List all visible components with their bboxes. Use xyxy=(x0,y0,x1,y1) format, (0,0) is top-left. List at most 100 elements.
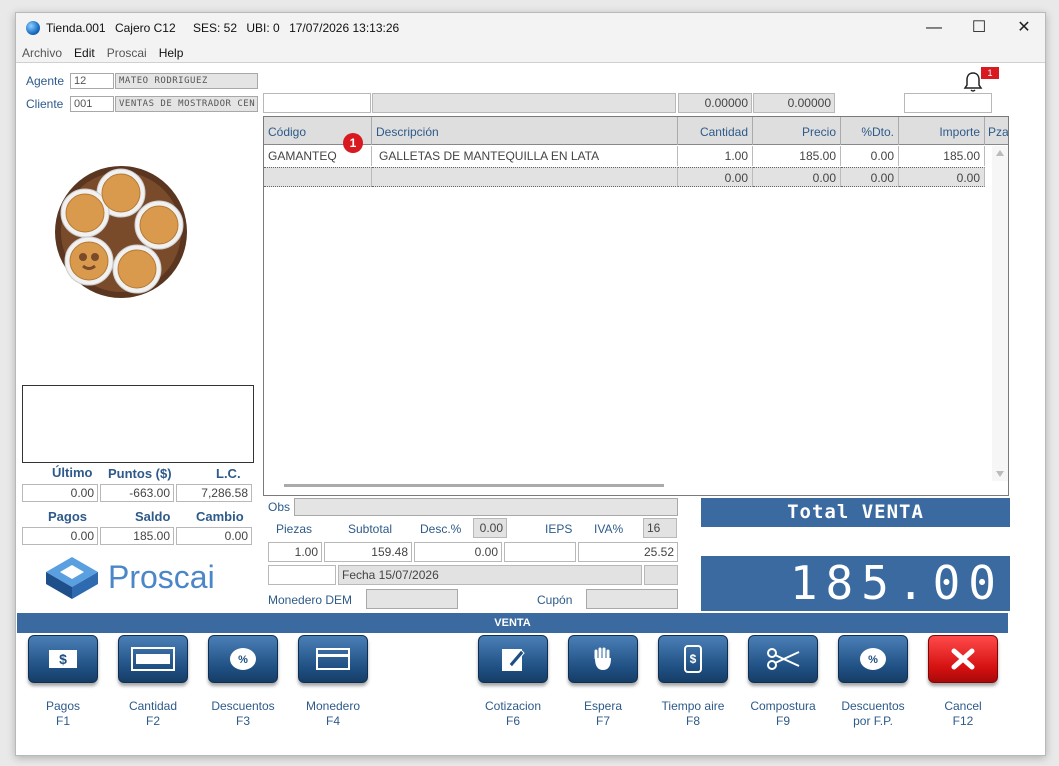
extra-input[interactable] xyxy=(268,565,336,585)
ubi-id: UBI: 0 xyxy=(246,21,280,35)
phone-dollar-icon: $ xyxy=(684,645,702,673)
saldo-value: 185.00 xyxy=(100,527,174,545)
store-name: Tienda.001 xyxy=(46,21,106,35)
fkey-pagos-button[interactable]: $ Pagos F1 xyxy=(18,635,108,729)
cell-dto: 0.00 xyxy=(841,146,899,166)
notification-count-badge: 1 xyxy=(981,67,999,79)
col-precio[interactable]: Precio xyxy=(753,117,841,145)
items-grid[interactable]: Código Descripción Cantidad Precio %Dto.… xyxy=(263,116,1009,496)
ieps-value xyxy=(504,542,576,562)
fkey-label: Compostura xyxy=(750,699,816,713)
iva-pct-field[interactable]: 16 xyxy=(643,518,677,538)
cupon-label: Cupón xyxy=(537,593,573,607)
menu-archivo[interactable]: Archivo xyxy=(22,46,62,60)
fkey-espera-button[interactable]: Espera F7 xyxy=(558,635,648,729)
col-pza[interactable]: Pza xyxy=(985,117,1008,145)
obs-field[interactable] xyxy=(294,498,678,516)
horizontal-scrollbar[interactable] xyxy=(284,484,664,487)
menu-help[interactable]: Help xyxy=(159,46,184,60)
iva-label: IVA% xyxy=(594,522,624,536)
minimize-button[interactable]: — xyxy=(911,13,957,43)
cell-importe: 185.00 xyxy=(899,146,985,166)
agent-name-field: MATEO RODRIGUEZ xyxy=(115,73,258,89)
fkey-cantidad-button[interactable]: Cantidad F2 xyxy=(108,635,198,729)
scroll-up-icon[interactable] xyxy=(996,150,1004,156)
client-name-field: VENTAS DE MOSTRADOR CEN xyxy=(115,96,258,112)
lc-value: 7,286.58 xyxy=(176,484,252,502)
wallet-card-icon xyxy=(316,648,350,670)
scan-code-input[interactable] xyxy=(263,93,371,113)
puntos-label: Puntos ($) xyxy=(108,466,172,481)
svg-text:$: $ xyxy=(59,651,67,667)
fkey-cotizacion-face xyxy=(478,635,548,683)
notification-bell[interactable]: 1 xyxy=(962,67,999,93)
fkey-key: F9 xyxy=(775,714,790,728)
proscai-logo-text: Proscai xyxy=(108,559,215,595)
cancel-x-icon xyxy=(951,648,975,670)
maximize-button[interactable]: ☐ xyxy=(956,13,1002,43)
cell-dto: 0.00 xyxy=(841,167,899,187)
fkey-label: Descuentos xyxy=(211,699,275,713)
fkey-cotizacion-button[interactable]: Cotizacion F6 xyxy=(468,635,558,729)
fkey-label: Cotizacion xyxy=(484,699,542,713)
percent-badge-icon: % xyxy=(230,648,256,670)
cell-precio: 185.00 xyxy=(753,146,841,166)
col-importe[interactable]: Importe xyxy=(899,117,985,145)
svg-text:%: % xyxy=(868,654,878,666)
fkey-cancel-face xyxy=(928,635,998,683)
notes-box[interactable] xyxy=(22,385,254,463)
monedero-field[interactable] xyxy=(366,589,458,609)
cell-cantidad: 0.00 xyxy=(678,167,753,187)
fkey-compostura-face xyxy=(748,635,818,683)
total-label: Total VENTA xyxy=(701,498,1010,527)
fkey-descuentos-fp-button[interactable]: % Descuentos por F.P. xyxy=(828,635,918,729)
fkey-key: F3 xyxy=(235,714,250,728)
agent-code-field[interactable]: 12 xyxy=(70,73,114,89)
session-datetime: 17/07/2026 13:13:26 xyxy=(289,21,400,35)
scroll-down-icon[interactable] xyxy=(996,471,1004,477)
top-value-2: 0.00000 xyxy=(753,93,835,113)
col-cantidad[interactable]: Cantidad xyxy=(678,117,753,145)
fkey-monedero-button[interactable]: Monedero F4 xyxy=(288,635,378,729)
top-extra-input[interactable] xyxy=(904,93,992,113)
obs-label: Obs xyxy=(268,500,291,514)
ultimo-value: 0.00 xyxy=(22,484,98,502)
fkey-key: F2 xyxy=(145,714,160,728)
col-dto[interactable]: %Dto. xyxy=(841,117,899,145)
menu-edit[interactable]: Edit xyxy=(74,46,95,60)
calculator-icon xyxy=(131,647,175,671)
cambio-label: Cambio xyxy=(196,509,244,524)
grid-header: Código Descripción Cantidad Precio %Dto.… xyxy=(264,117,1008,153)
menu-proscai[interactable]: Proscai xyxy=(107,46,147,60)
subtotal-value: 159.48 xyxy=(324,542,412,562)
fkey-descuentos-face: % xyxy=(208,635,278,683)
pos-window: Tienda.001 Cajero C12 SES: 52 UBI: 0 17/… xyxy=(15,12,1046,756)
title-bar: Tienda.001 Cajero C12 SES: 52 UBI: 0 17/… xyxy=(16,13,1045,43)
description-display xyxy=(372,93,676,113)
ultimo-label: Último xyxy=(52,465,93,480)
vertical-scrollbar[interactable] xyxy=(992,146,1008,481)
session-id: SES: 52 xyxy=(193,21,238,35)
window-title: Tienda.001 Cajero C12 SES: 52 UBI: 0 17/… xyxy=(46,21,405,35)
fkey-label: Espera xyxy=(583,699,623,713)
desc-pct-field[interactable]: 0.00 xyxy=(473,518,507,538)
quote-edit-icon xyxy=(502,649,525,671)
fkey-key: F4 xyxy=(325,714,340,728)
fkey-descuentos-fp-face: % xyxy=(838,635,908,683)
cashier-name: Cajero C12 xyxy=(114,21,176,35)
fkey-descuentos-button[interactable]: % Descuentos F3 xyxy=(198,635,288,729)
cell-descripcion: GALLETAS DE MANTEQUILLA EN LATA xyxy=(372,146,678,166)
cupon-field[interactable] xyxy=(586,589,678,609)
total-value: 185.00 xyxy=(701,556,1010,611)
fkey-tiempo-aire-button[interactable]: $ Tiempo aire F8 xyxy=(648,635,738,729)
client-code-field[interactable]: 001 xyxy=(70,96,114,112)
venta-bar: VENTA xyxy=(17,613,1008,633)
fkey-cancel-button[interactable]: Cancel F12 xyxy=(918,635,1008,729)
fkey-compostura-button[interactable]: Compostura F9 xyxy=(738,635,828,729)
top-value-1: 0.00000 xyxy=(678,93,752,113)
col-descripcion[interactable]: Descripción xyxy=(372,117,678,145)
close-button[interactable]: ✕ xyxy=(1001,13,1047,43)
monedero-label: Monedero DEM xyxy=(268,593,353,607)
pagos-label: Pagos xyxy=(48,509,88,524)
svg-text:$: $ xyxy=(690,652,697,666)
